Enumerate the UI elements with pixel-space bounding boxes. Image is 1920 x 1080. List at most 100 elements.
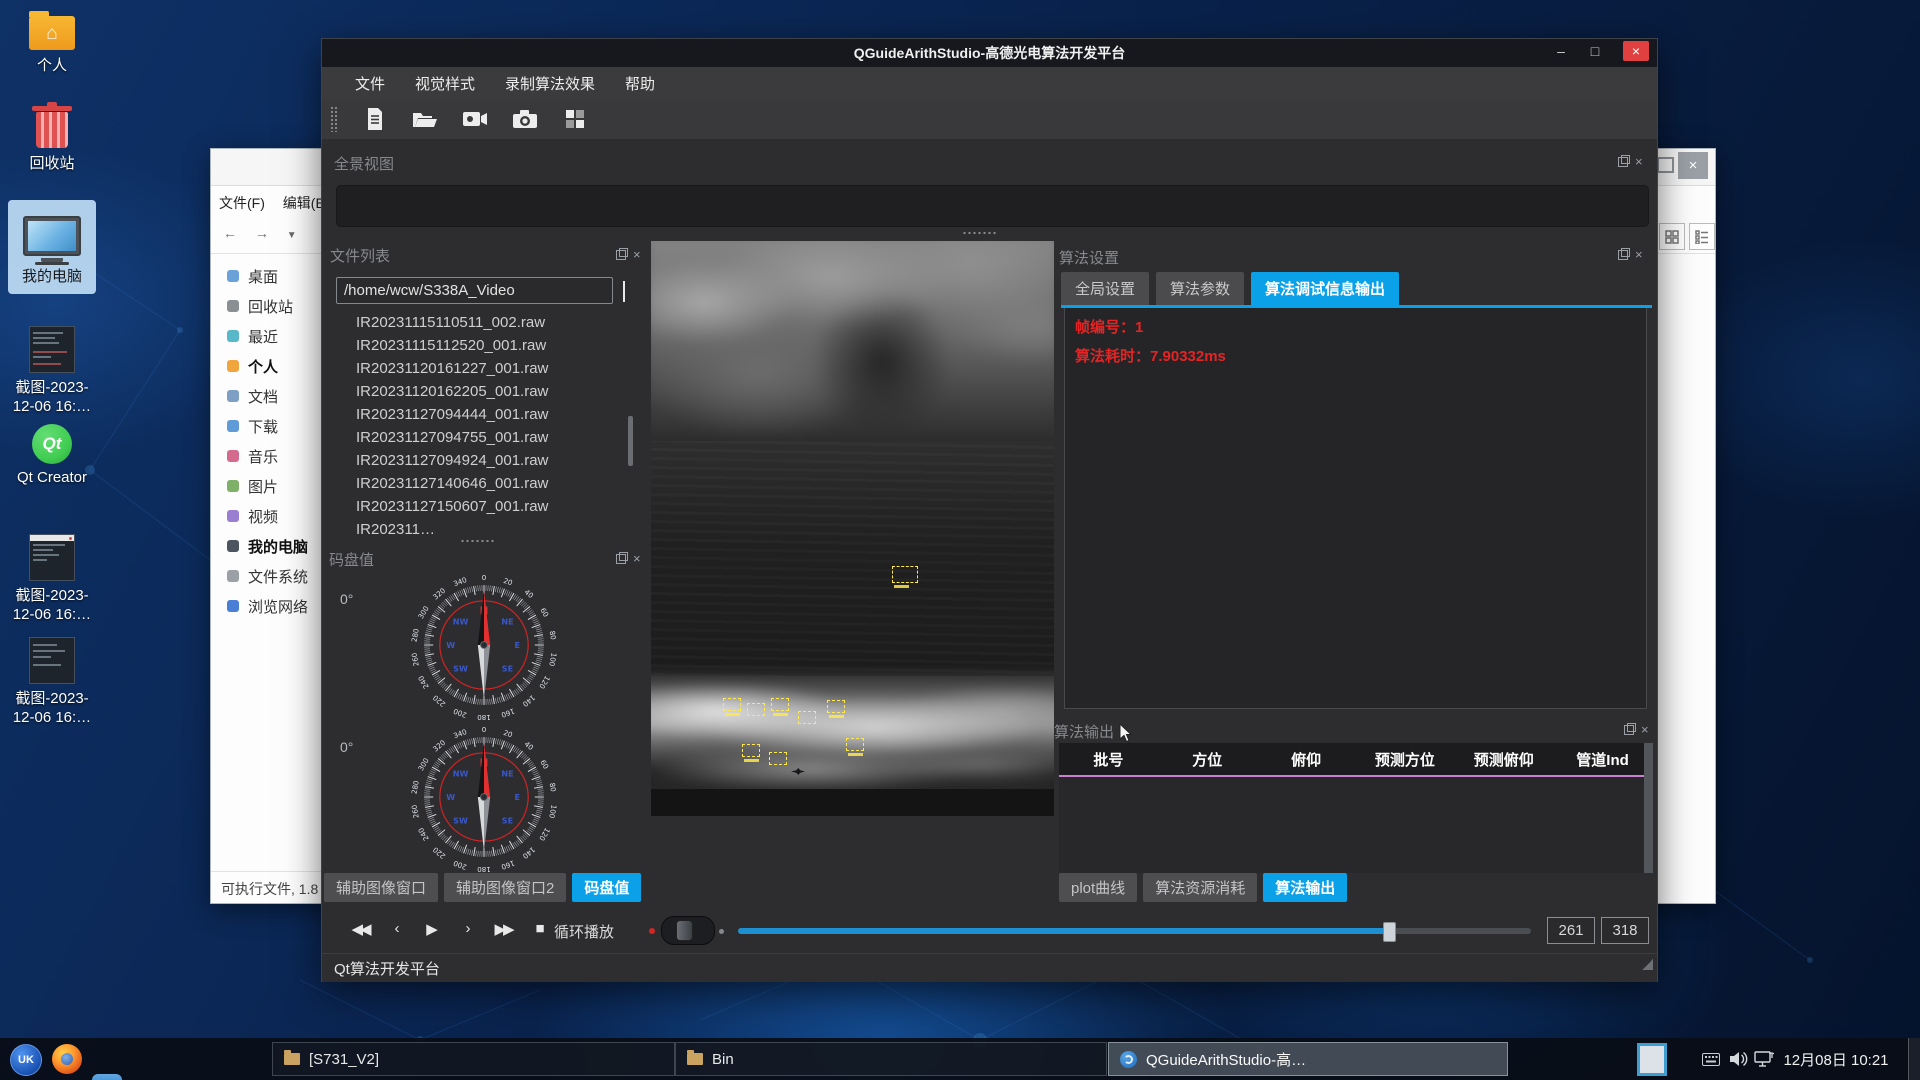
file-list-item[interactable]: IR20231127094924_001.raw bbox=[356, 449, 618, 472]
desktop-icon-screenshot-1[interactable]: 截图-2023- 12-06 16:… bbox=[6, 326, 98, 416]
col-pipe-ind[interactable]: 管道Ind bbox=[1553, 749, 1652, 770]
float-dock-icon[interactable] bbox=[1618, 157, 1628, 167]
file-list-item[interactable]: IR20231120162205_001.raw bbox=[356, 380, 618, 403]
frame-slider[interactable] bbox=[738, 928, 1531, 934]
next-frame-button[interactable]: › bbox=[456, 920, 480, 937]
new-file-button[interactable] bbox=[362, 106, 388, 132]
aux-image-window-tab[interactable]: 辅助图像窗口 bbox=[324, 873, 438, 902]
ir-image[interactable] bbox=[651, 241, 1054, 816]
file-list-item[interactable]: IR202311… bbox=[356, 518, 618, 539]
toolbar-drag-handle[interactable] bbox=[330, 106, 338, 132]
col-pred-elevation[interactable]: 预测俯仰 bbox=[1454, 749, 1553, 770]
menu-file[interactable]: 文件 bbox=[355, 73, 385, 94]
tab-debug-output[interactable]: 算法调试信息输出 bbox=[1251, 272, 1399, 305]
sidebar-item-music[interactable]: 音乐 bbox=[211, 441, 321, 471]
network-icon[interactable] bbox=[1754, 1050, 1776, 1080]
algo-output-tab[interactable]: 算法输出 bbox=[1263, 873, 1347, 902]
file-list-item[interactable]: IR20231127140646_001.raw bbox=[356, 472, 618, 495]
prev-frame-button[interactable]: ‹ bbox=[385, 920, 409, 937]
minimize-button[interactable]: – bbox=[1547, 39, 1575, 63]
sidebar-item-filesystem[interactable]: 文件系统 bbox=[211, 561, 321, 591]
col-batch[interactable]: 批号 bbox=[1059, 749, 1158, 770]
sidebar-item-desktop[interactable]: 桌面 bbox=[211, 261, 321, 291]
tab-global-settings[interactable]: 全局设置 bbox=[1061, 272, 1149, 305]
slider-handle[interactable] bbox=[1383, 922, 1396, 942]
file-list-item[interactable]: IR20231115112520_001.raw bbox=[356, 334, 618, 357]
file-list-item[interactable]: IR20231115110511_002.raw bbox=[356, 311, 618, 334]
desktop-icon-qt-creator[interactable]: Qt Qt Creator bbox=[6, 424, 98, 487]
code-disk-tab[interactable]: 码盘值 bbox=[572, 873, 641, 902]
file-list-item[interactable]: IR20231127094755_001.raw bbox=[356, 426, 618, 449]
record-video-button[interactable] bbox=[462, 106, 488, 132]
fast-forward-button[interactable]: ▶▶ bbox=[491, 920, 515, 938]
maximize-icon[interactable] bbox=[1657, 157, 1674, 173]
list-view-button[interactable] bbox=[1689, 223, 1715, 250]
sidebar-item-downloads[interactable]: 下载 bbox=[211, 411, 321, 441]
file-list-item[interactable]: IR20231120161227_001.raw bbox=[356, 357, 618, 380]
menu-file[interactable]: 文件(F) bbox=[219, 195, 265, 211]
close-dock-icon[interactable]: × bbox=[1635, 157, 1643, 167]
task-s731-v2[interactable]: [S731_V2] bbox=[272, 1042, 675, 1076]
sidebar-item-videos[interactable]: 视频 bbox=[211, 501, 321, 531]
total-frame-box[interactable]: 318 bbox=[1601, 917, 1649, 944]
table-scrollbar[interactable] bbox=[1644, 743, 1653, 873]
float-dock-icon[interactable] bbox=[616, 250, 626, 260]
sidebar-item-home[interactable]: 个人 bbox=[211, 351, 321, 381]
file-list-item[interactable]: IR20231127150607_001.raw bbox=[356, 495, 618, 518]
open-folder-button[interactable] bbox=[412, 106, 438, 132]
float-dock-icon[interactable] bbox=[1618, 250, 1628, 260]
task-qguidearithstudio[interactable]: QGuideArithStudio-高… bbox=[1108, 1042, 1508, 1076]
app-titlebar[interactable]: QGuideArithStudio-高德光电算法开发平台 bbox=[322, 39, 1657, 67]
grid-view-button[interactable] bbox=[1659, 223, 1685, 250]
panorama-view[interactable] bbox=[336, 185, 1649, 227]
sidebar-item-recycle[interactable]: 回收站 bbox=[211, 291, 321, 321]
toggle-knob[interactable] bbox=[676, 920, 693, 941]
volume-icon[interactable] bbox=[1728, 1050, 1748, 1080]
menu-help[interactable]: 帮助 bbox=[625, 73, 655, 94]
show-desktop-button[interactable] bbox=[1908, 1038, 1920, 1080]
maximize-button[interactable]: □ bbox=[1581, 39, 1609, 63]
splitter-handle[interactable] bbox=[460, 539, 496, 543]
play-button[interactable]: ▶ bbox=[420, 920, 444, 938]
loop-toggle[interactable] bbox=[661, 916, 715, 945]
close-dock-icon[interactable]: × bbox=[633, 554, 641, 564]
desktop-icon-screenshot-2[interactable]: 截图-2023- 12-06 16:… bbox=[6, 534, 98, 624]
desktop-icon-recycle-bin[interactable]: 回收站 bbox=[6, 112, 98, 173]
task-bin[interactable]: Bin bbox=[675, 1042, 1107, 1076]
launcher-button[interactable]: UK bbox=[10, 1044, 42, 1076]
desktop-icon-personal[interactable]: ⌂ 个人 bbox=[6, 16, 98, 75]
dropdown-icon[interactable]: ▼ bbox=[287, 230, 297, 241]
desktop-icon-my-computer[interactable]: 我的电脑 bbox=[8, 200, 96, 294]
close-dock-icon[interactable]: × bbox=[633, 250, 641, 260]
current-frame-box[interactable]: 261 bbox=[1547, 917, 1595, 944]
menu-record-effect[interactable]: 录制算法效果 bbox=[505, 73, 595, 94]
file-manager-icon[interactable] bbox=[92, 1074, 122, 1080]
menu-visual-style[interactable]: 视觉样式 bbox=[415, 73, 475, 94]
sidebar-item-documents[interactable]: 文档 bbox=[211, 381, 321, 411]
file-list-item[interactable]: IR20231127094444_001.raw bbox=[356, 403, 618, 426]
layout-grid-button[interactable] bbox=[562, 106, 588, 132]
rewind-button[interactable]: ◀◀ bbox=[348, 920, 372, 938]
sidebar-item-pictures[interactable]: 图片 bbox=[211, 471, 321, 501]
col-azimuth[interactable]: 方位 bbox=[1158, 749, 1257, 770]
close-dock-icon[interactable]: × bbox=[1641, 725, 1649, 735]
splitter-handle[interactable] bbox=[962, 231, 998, 235]
firefox-icon[interactable] bbox=[52, 1044, 82, 1074]
sidebar-item-my-computer[interactable]: 我的电脑 bbox=[211, 531, 321, 561]
file-list-scrollbar[interactable] bbox=[628, 416, 633, 466]
desktop-icon-screenshot-3[interactable]: 截图-2023- 12-06 16:… bbox=[6, 637, 98, 727]
input-method-indicator[interactable] bbox=[1637, 1043, 1667, 1076]
forward-icon[interactable]: → bbox=[255, 225, 269, 241]
close-dock-icon[interactable]: × bbox=[1635, 250, 1643, 260]
col-pred-azimuth[interactable]: 预测方位 bbox=[1355, 749, 1454, 770]
video-path-input[interactable]: /home/wcw/S338A_Video bbox=[336, 277, 613, 304]
sidebar-item-recent[interactable]: 最近 bbox=[211, 321, 321, 351]
back-icon[interactable]: ← bbox=[223, 225, 237, 241]
sidebar-item-network[interactable]: 浏览网络 bbox=[211, 591, 321, 621]
stop-button[interactable]: ■ bbox=[528, 920, 552, 937]
keyboard-icon[interactable] bbox=[1702, 1053, 1720, 1080]
close-icon[interactable]: × bbox=[1678, 152, 1708, 179]
close-button[interactable]: × bbox=[1623, 41, 1649, 61]
resource-usage-tab[interactable]: 算法资源消耗 bbox=[1143, 873, 1257, 902]
aux-image-window2-tab[interactable]: 辅助图像窗口2 bbox=[444, 873, 566, 902]
